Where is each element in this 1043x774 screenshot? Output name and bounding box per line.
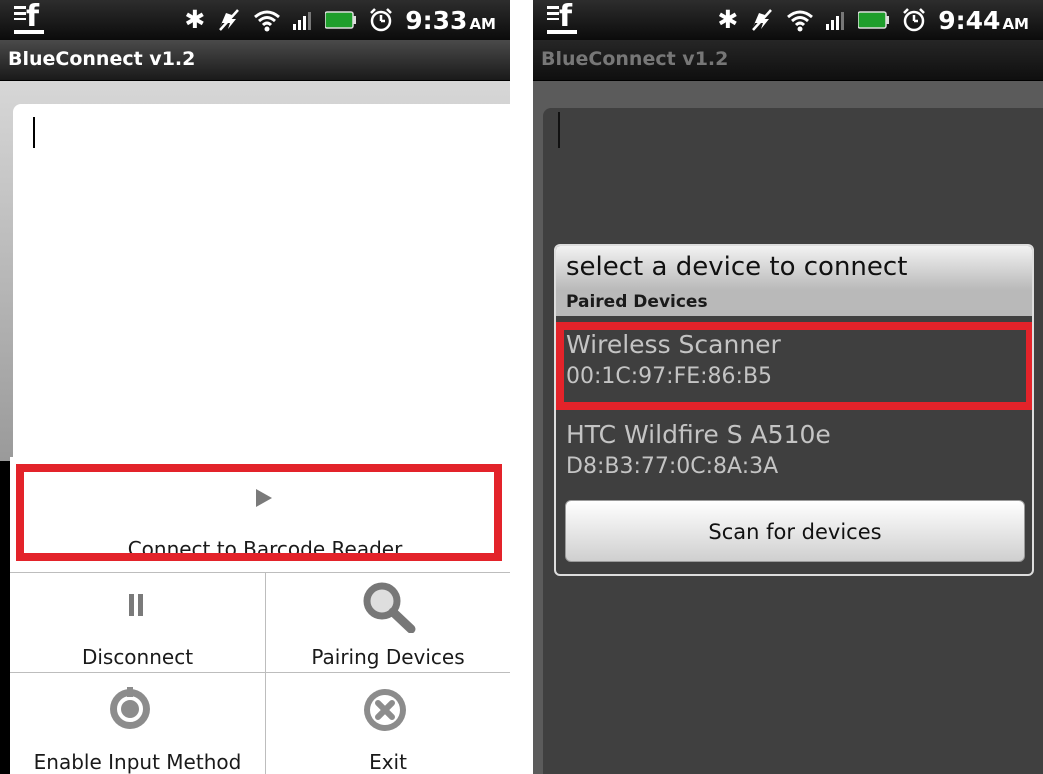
device-item-htc-wildfire[interactable]: HTC Wildfire S A510e D8:B3:77:0C:8A:3A bbox=[556, 414, 1032, 494]
alarm-icon bbox=[901, 7, 927, 33]
facebook-icon: f bbox=[14, 0, 44, 34]
clock: 9:44 AM bbox=[938, 5, 1029, 35]
signal-icon bbox=[825, 10, 847, 30]
paired-devices-label: Paired Devices bbox=[566, 292, 708, 312]
no-sync-icon bbox=[216, 7, 242, 33]
search-icon bbox=[363, 582, 416, 633]
device-address: D8:B3:77:0C:8A:3A bbox=[566, 454, 779, 479]
no-sync-icon bbox=[749, 7, 775, 33]
app-title: BlueConnect v1.2 bbox=[8, 48, 196, 70]
device-name: HTC Wildfire S A510e bbox=[566, 420, 831, 449]
paired-devices-header: Paired Devices bbox=[556, 290, 1032, 316]
dialog-title: select a device to connect bbox=[566, 252, 908, 282]
pairing-devices-label: Pairing Devices bbox=[311, 645, 465, 669]
pairing-devices-menu-item[interactable]: Pairing Devices bbox=[266, 573, 510, 672]
status-bar: f ✱ 9:33 AM bbox=[0, 0, 510, 40]
dialog-title-bar: select a device to connect bbox=[556, 246, 1032, 290]
enable-input-method-menu-item[interactable]: Enable Input Method bbox=[10, 673, 265, 774]
exit-icon bbox=[364, 689, 406, 731]
text-cursor bbox=[33, 117, 35, 148]
signal-icon bbox=[292, 10, 314, 30]
facebook-icon: f bbox=[547, 0, 577, 34]
clock: 9:33 AM bbox=[405, 5, 496, 35]
settings-icon bbox=[110, 687, 150, 729]
exit-menu-item[interactable]: Exit bbox=[266, 673, 510, 774]
bluetooth-icon: ✱ bbox=[184, 5, 206, 34]
alarm-icon bbox=[368, 7, 394, 33]
scan-text-input[interactable] bbox=[13, 104, 510, 479]
wifi-icon bbox=[786, 8, 814, 32]
text-cursor bbox=[558, 112, 560, 148]
exit-label: Exit bbox=[369, 750, 407, 774]
wifi-icon bbox=[253, 8, 281, 32]
app-title: BlueConnect v1.2 bbox=[541, 48, 729, 70]
pause-icon bbox=[129, 594, 143, 616]
disconnect-label: Disconnect bbox=[81, 645, 194, 669]
phone-screen-right: f ✱ 9:44 AM BlueConnect v1.2 select a de… bbox=[533, 0, 1043, 774]
device-select-dialog: select a device to connect Paired Device… bbox=[554, 244, 1034, 576]
battery-icon bbox=[858, 11, 890, 29]
enable-input-method-label: Enable Input Method bbox=[33, 750, 242, 774]
highlight-box bbox=[16, 464, 502, 561]
highlight-box bbox=[556, 322, 1032, 410]
phone-screen-left: f ✱ 9:33 AM BlueConnect v1.2 Connect to … bbox=[0, 0, 510, 774]
status-bar: f ✱ 9:44 AM bbox=[533, 0, 1043, 40]
disconnect-menu-item[interactable]: Disconnect bbox=[10, 573, 265, 672]
scan-for-devices-button[interactable]: Scan for devices bbox=[565, 500, 1025, 562]
battery-icon bbox=[325, 11, 357, 29]
bluetooth-icon: ✱ bbox=[717, 5, 739, 34]
title-bar: BlueConnect v1.2 bbox=[533, 40, 1043, 81]
title-bar: BlueConnect v1.2 bbox=[0, 40, 510, 81]
